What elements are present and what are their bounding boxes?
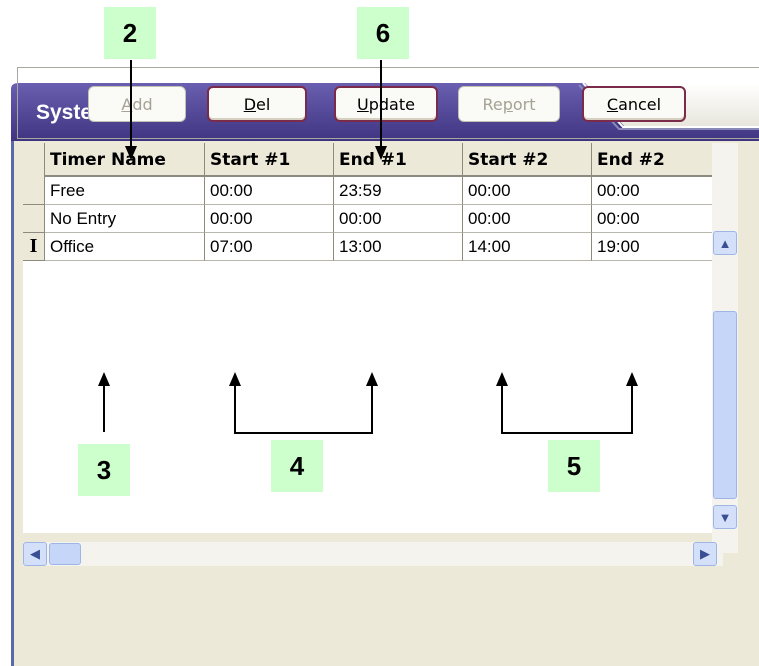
cell-start-1[interactable]: 00:00 — [205, 205, 334, 233]
cell-start-2[interactable]: 00:00 — [463, 205, 592, 233]
cell-start-1[interactable]: 00:00 — [205, 177, 334, 205]
report-button[interactable]: Re p ort — [458, 86, 560, 122]
column-header-start-1[interactable]: Start #1 — [205, 143, 334, 177]
column-header-end-2[interactable]: End #2 — [592, 143, 723, 177]
add-label-post: dd — [132, 94, 153, 114]
column-header-start-2[interactable]: Start #2 — [463, 143, 592, 177]
report-label-post: ort — [512, 94, 536, 114]
chevron-left-icon: ◀ — [30, 546, 40, 561]
cancel-label-key: C — [606, 94, 619, 114]
chevron-down-icon: ▼ — [718, 509, 732, 525]
current-row-indicator[interactable]: I — [23, 233, 45, 261]
horizontal-scroll-thumb[interactable] — [49, 543, 81, 565]
add-label-key: A — [121, 94, 133, 114]
scroll-up-button[interactable]: ▲ — [713, 231, 737, 255]
horizontal-scrollbar[interactable]: ◀ ▶ — [23, 542, 723, 566]
callout-3: 3 — [78, 444, 130, 496]
chevron-right-icon: ▶ — [700, 546, 710, 561]
header-indicator-cell — [23, 143, 45, 177]
scroll-down-button[interactable]: ▼ — [713, 505, 737, 529]
scroll-left-button[interactable]: ◀ — [23, 542, 47, 566]
button-toolbar: Add Del Update Re p ort Cancel — [17, 67, 759, 139]
cell-start-1[interactable]: 07:00 — [205, 233, 334, 261]
cell-timer-name[interactable]: Free — [45, 177, 205, 205]
column-header-timer-name[interactable]: Timer Name — [45, 143, 205, 177]
column-header-end-1[interactable]: End #1 — [334, 143, 463, 177]
grid-header-row: Timer Name Start #1 End #1 Start #2 End … — [23, 143, 723, 177]
report-label-pre: Re — [482, 94, 503, 114]
cell-start-2[interactable]: 00:00 — [463, 177, 592, 205]
cell-end-1[interactable]: 00:00 — [334, 205, 463, 233]
cancel-label-post: ancel — [618, 94, 662, 114]
add-button[interactable]: Add — [88, 86, 186, 122]
callout-2: 2 — [104, 7, 156, 59]
del-label-key: D — [243, 94, 257, 114]
cell-start-2[interactable]: 14:00 — [463, 233, 592, 261]
cell-end-1[interactable]: 13:00 — [334, 233, 463, 261]
cancel-button[interactable]: Cancel — [582, 86, 686, 122]
callout-5: 5 — [548, 440, 600, 492]
chevron-up-icon: ▲ — [718, 235, 732, 251]
vertical-scroll-thumb[interactable] — [713, 311, 737, 499]
row-indicator[interactable] — [23, 177, 45, 205]
cell-timer-name[interactable]: No Entry — [45, 205, 205, 233]
update-label-key: U — [357, 94, 369, 114]
update-button[interactable]: Update — [334, 86, 438, 122]
update-label-post: pdate — [368, 94, 415, 114]
cell-end-2[interactable]: 00:00 — [592, 205, 712, 233]
scroll-right-button[interactable]: ▶ — [693, 542, 717, 566]
report-label-key: p — [502, 94, 513, 114]
cell-timer-name[interactable]: Office — [45, 233, 205, 261]
row-indicator[interactable] — [23, 205, 45, 233]
cell-end-1[interactable]: 23:59 — [334, 177, 463, 205]
callout-6: 6 — [357, 7, 409, 59]
del-label-post: el — [256, 94, 271, 114]
vertical-scrollbar[interactable]: ▲ ▼ — [712, 143, 738, 553]
callout-4: 4 — [271, 440, 323, 492]
cell-end-2[interactable]: 19:00 — [592, 233, 712, 261]
del-button[interactable]: Del — [207, 86, 307, 122]
cell-end-2[interactable]: 00:00 — [592, 177, 712, 205]
